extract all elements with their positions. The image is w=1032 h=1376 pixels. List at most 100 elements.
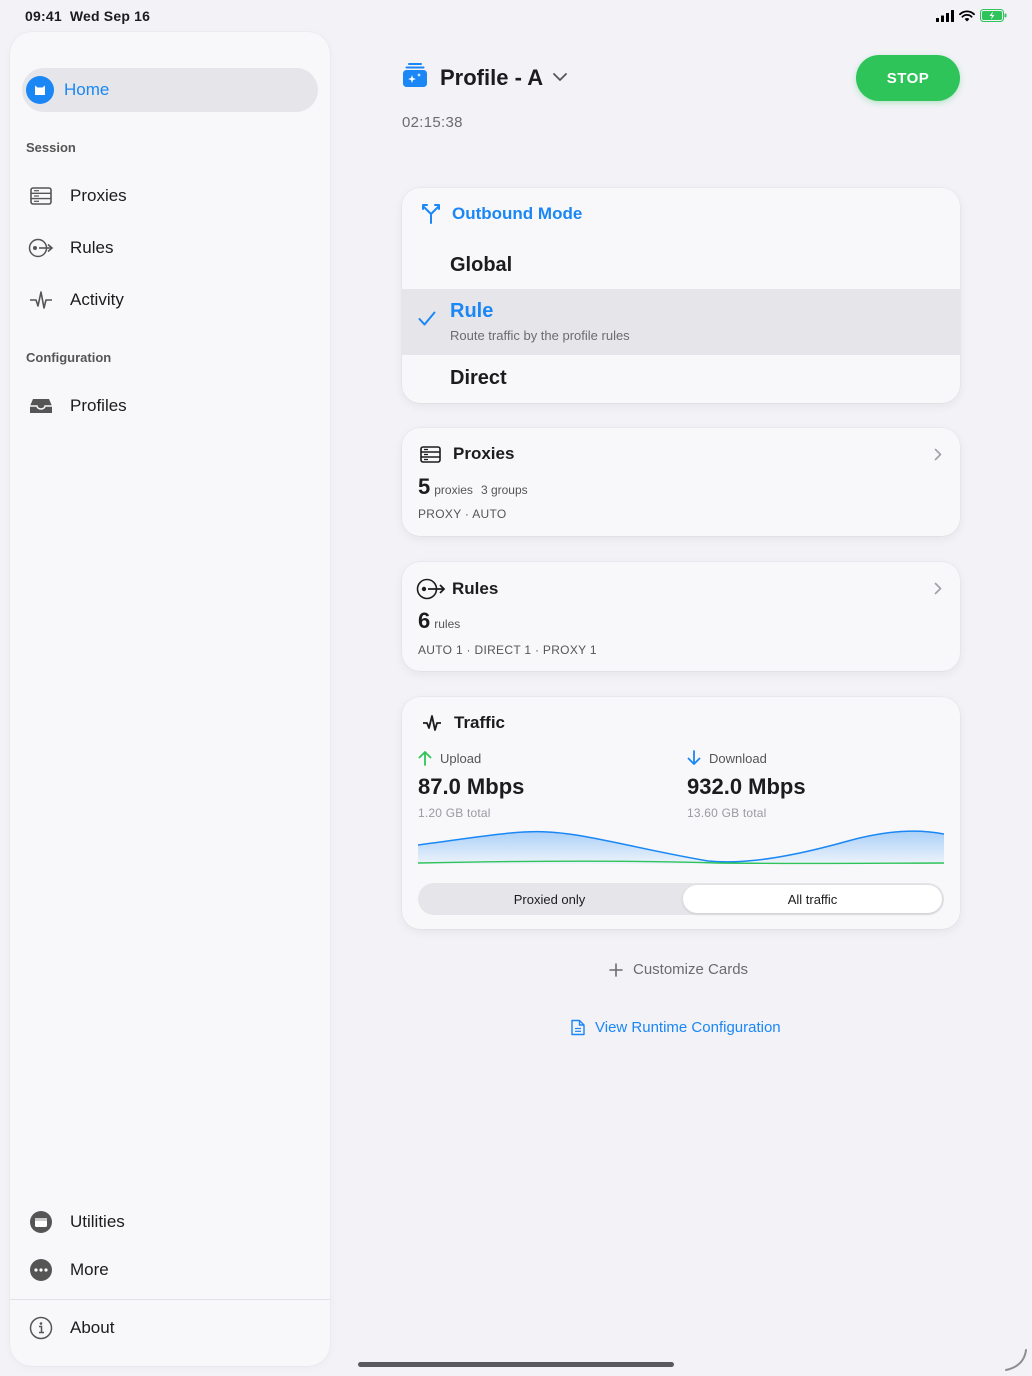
customize-cards-button[interactable]: Customize Cards bbox=[609, 961, 748, 978]
mode-option-global[interactable]: Global bbox=[402, 240, 960, 288]
profile-icon bbox=[402, 62, 428, 93]
rules-icon bbox=[416, 578, 446, 600]
rules-count-row: 6 rules bbox=[418, 608, 460, 634]
sidebar-item-label: Rules bbox=[70, 238, 114, 257]
home-icon bbox=[26, 76, 54, 104]
proxies-card-title: Proxies bbox=[420, 444, 514, 464]
rules-breakdown: AUTO 1 · DIRECT 1 · PROXY 1 bbox=[418, 643, 597, 657]
download-header: Download bbox=[687, 750, 806, 766]
proxies-count: 5 bbox=[418, 474, 431, 499]
sidebar-item-label: Proxies bbox=[70, 186, 127, 205]
fork-arrows-icon bbox=[422, 204, 440, 224]
view-runtime-configuration-label: View Runtime Configuration bbox=[595, 1019, 781, 1036]
segment-proxied-only[interactable]: Proxied only bbox=[420, 885, 679, 913]
outbound-mode-card: Outbound Mode Global Rule Route traffic … bbox=[402, 188, 960, 403]
sidebar-item-more[interactable]: More bbox=[22, 1248, 318, 1292]
rules-card-label: Rules bbox=[452, 579, 499, 598]
arrow-down-icon bbox=[687, 750, 701, 766]
sidebar-item-proxies[interactable]: Proxies bbox=[22, 174, 318, 218]
ellipsis-circle-icon bbox=[28, 1257, 54, 1283]
customize-cards-label: Customize Cards bbox=[633, 961, 749, 978]
sidebar: Home Session Proxies Rules Activity Conf… bbox=[10, 32, 330, 1366]
mode-description: Route traffic by the profile rules bbox=[450, 328, 630, 343]
document-icon bbox=[571, 1019, 585, 1036]
wifi-icon bbox=[959, 9, 975, 21]
upload-rate: 87.0 Mbps bbox=[418, 774, 525, 799]
sidebar-item-label: Profiles bbox=[70, 396, 127, 415]
proxies-card[interactable]: Proxies 5 proxies 3 groups PROXY · AUTO bbox=[402, 428, 960, 536]
tray-icon bbox=[28, 393, 54, 419]
sidebar-item-label: Home bbox=[64, 80, 110, 99]
mode-label: Global bbox=[450, 254, 513, 276]
sidebar-item-about[interactable]: About bbox=[22, 1306, 318, 1350]
activity-waveform-icon bbox=[28, 287, 54, 313]
rules-card[interactable]: Rules 6 rules AUTO 1 · DIRECT 1 · PROXY … bbox=[402, 562, 960, 671]
sidebar-item-label: Utilities bbox=[70, 1212, 125, 1231]
chevron-right-icon bbox=[934, 448, 942, 466]
proxies-list: PROXY · AUTO bbox=[418, 507, 507, 521]
home-indicator[interactable] bbox=[358, 1362, 674, 1367]
profile-selector[interactable]: Profile - A bbox=[402, 62, 567, 93]
download-total: 13.60 GB total bbox=[687, 806, 767, 820]
segment-all-traffic[interactable]: All traffic bbox=[683, 885, 942, 913]
proxies-groups: 3 groups bbox=[480, 483, 528, 497]
proxies-count-unit: proxies bbox=[434, 483, 473, 497]
sidebar-item-utilities[interactable]: Utilities bbox=[22, 1200, 318, 1244]
rules-count-unit: rules bbox=[434, 617, 461, 631]
traffic-filter-segmented-control: Proxied only All traffic bbox=[418, 883, 944, 915]
outbound-mode-title: Outbound Mode bbox=[422, 204, 582, 224]
view-runtime-configuration-button[interactable]: View Runtime Configuration bbox=[571, 1019, 781, 1036]
sidebar-item-label: About bbox=[70, 1318, 115, 1337]
clock: 09:41 bbox=[25, 8, 62, 24]
arrow-up-icon bbox=[418, 750, 432, 766]
traffic-card-title: Traffic bbox=[422, 713, 505, 733]
traffic-sparkline bbox=[418, 830, 944, 865]
sidebar-section-session: Session bbox=[26, 140, 76, 155]
status-time: 09:41 Wed Sep 16 bbox=[25, 8, 150, 24]
server-rack-icon bbox=[420, 445, 441, 463]
plus-icon bbox=[609, 962, 623, 977]
checkmark-icon bbox=[418, 311, 436, 332]
chevron-right-icon bbox=[934, 582, 942, 600]
signal-icon bbox=[936, 9, 954, 22]
upload-total: 1.20 GB total bbox=[418, 806, 491, 820]
proxies-count-row: 5 proxies 3 groups bbox=[418, 474, 528, 500]
sidebar-item-home[interactable]: Home bbox=[22, 68, 318, 112]
sidebar-item-activity[interactable]: Activity bbox=[22, 278, 318, 322]
status-bar: 09:41 Wed Sep 16 bbox=[0, 0, 1032, 32]
traffic-card-label: Traffic bbox=[454, 713, 506, 732]
date: Wed Sep 16 bbox=[69, 8, 151, 24]
stop-button[interactable]: STOP bbox=[856, 55, 960, 101]
sidebar-divider bbox=[10, 1299, 330, 1300]
mode-option-rule[interactable]: Rule Route traffic by the profile rules bbox=[402, 289, 960, 355]
upload-label: Upload bbox=[440, 750, 482, 766]
battery-icon bbox=[980, 9, 1007, 22]
info-circle-icon bbox=[28, 1315, 54, 1341]
mode-label: Direct bbox=[450, 367, 507, 389]
upload-stats: Upload 87.0 Mbps 1.20 GB total bbox=[418, 750, 525, 821]
download-label: Download bbox=[709, 750, 767, 766]
profile-name: Profile - A bbox=[440, 64, 544, 90]
resize-corner-icon[interactable] bbox=[1002, 1346, 1030, 1374]
sidebar-item-rules[interactable]: Rules bbox=[22, 226, 318, 270]
sidebar-item-label: Activity bbox=[70, 290, 124, 309]
toolbox-icon bbox=[28, 1209, 54, 1235]
mode-option-direct[interactable]: Direct bbox=[402, 355, 960, 403]
uptime-timer: 02:15:38 bbox=[402, 114, 463, 131]
rules-icon bbox=[28, 235, 54, 261]
sidebar-item-profiles[interactable]: Profiles bbox=[22, 384, 318, 428]
upload-header: Upload bbox=[418, 750, 524, 766]
outbound-mode-label: Outbound Mode bbox=[452, 204, 583, 223]
status-icons bbox=[936, 9, 1007, 22]
chevron-down-icon bbox=[553, 69, 567, 87]
activity-waveform-icon bbox=[422, 713, 442, 733]
rules-count: 6 bbox=[418, 608, 431, 633]
server-rack-icon bbox=[28, 183, 54, 209]
traffic-card: Traffic Upload 87.0 Mbps 1.20 GB total D… bbox=[402, 697, 960, 929]
sidebar-item-label: More bbox=[70, 1260, 109, 1279]
mode-label: Rule bbox=[450, 300, 494, 322]
rules-card-title: Rules bbox=[416, 578, 498, 600]
download-stats: Download 932.0 Mbps 13.60 GB total bbox=[687, 750, 806, 820]
download-rate: 932.0 Mbps bbox=[687, 774, 806, 799]
proxies-card-label: Proxies bbox=[453, 444, 515, 463]
